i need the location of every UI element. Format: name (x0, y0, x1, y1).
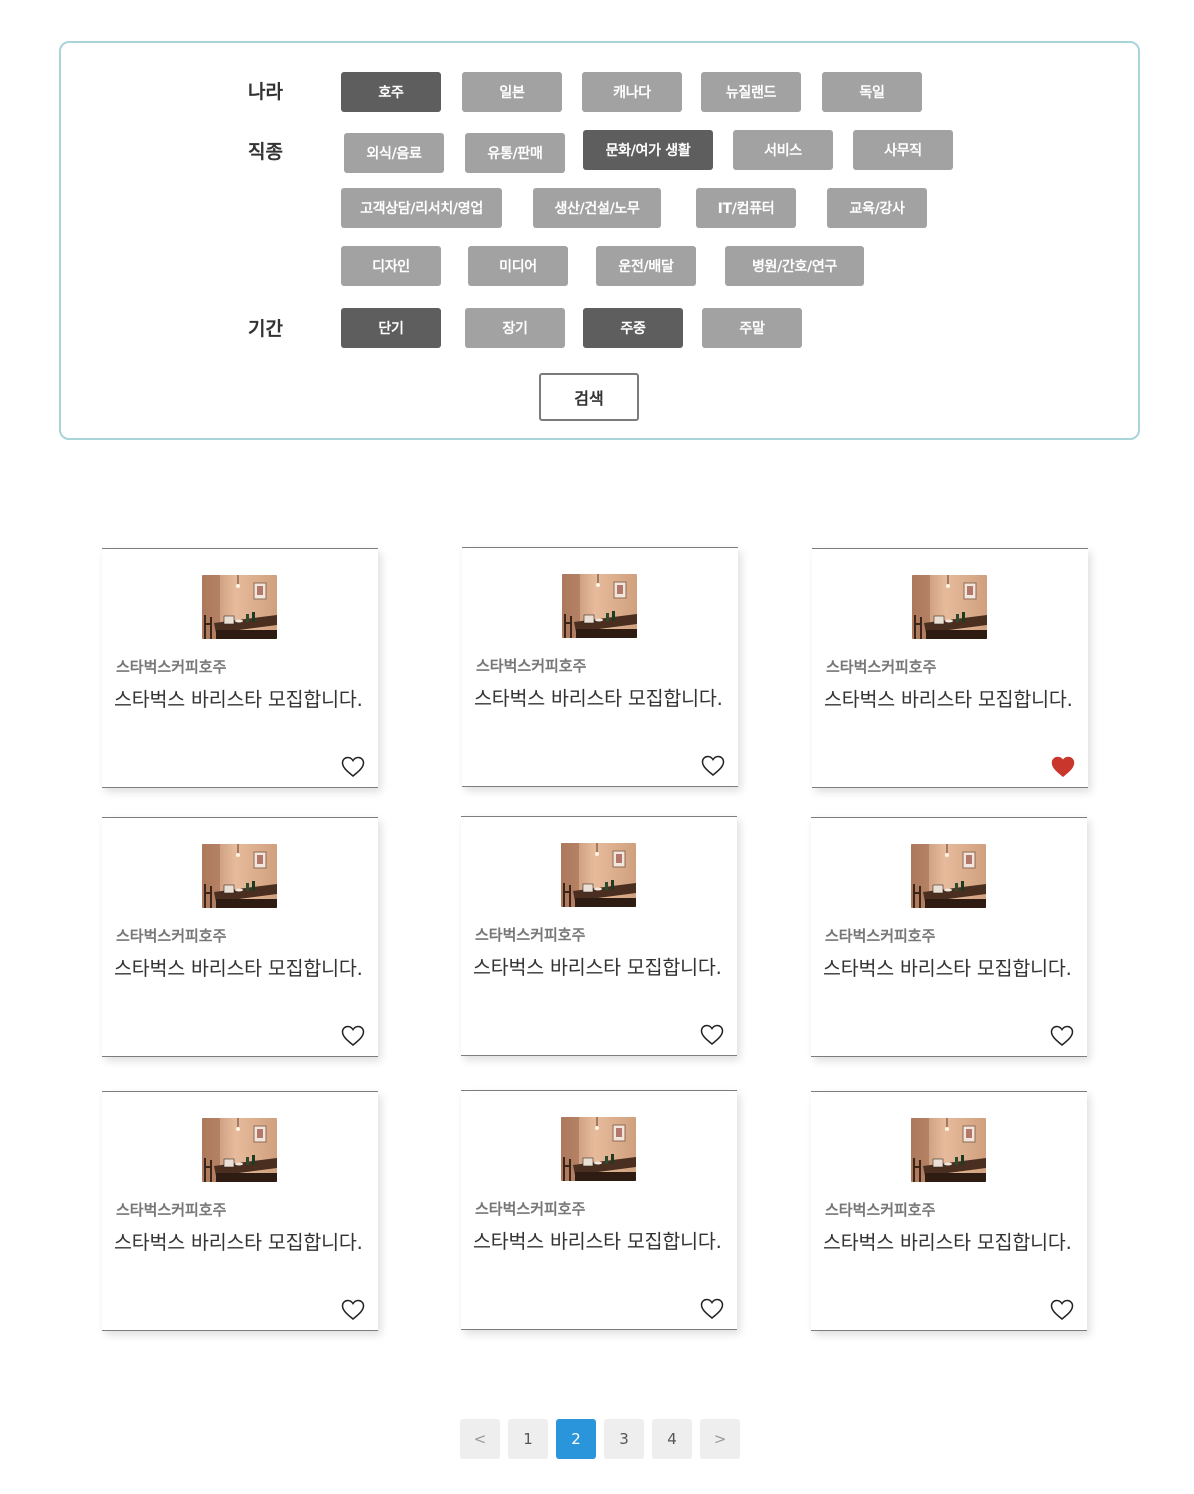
listing-title[interactable]: 스타벅스 바리스타 모집합니다. (823, 1228, 1083, 1258)
job-chip-design[interactable]: 디자인 (341, 246, 441, 286)
heart-icon[interactable] (1051, 755, 1075, 779)
listing-thumbnail (202, 1118, 277, 1182)
listing-company: 스타벅스커피호주 (475, 926, 586, 944)
job-chip-production-construction[interactable]: 생산/건설/노무 (533, 188, 661, 228)
heart-icon[interactable] (341, 755, 365, 779)
job-chip-it-computer[interactable]: IT/컴퓨터 (696, 188, 796, 228)
listing-thumbnail (561, 1117, 636, 1181)
heart-icon[interactable] (700, 1023, 724, 1047)
job-chip-culture-leisure[interactable]: 문화/여가 생활 (583, 130, 713, 170)
country-chip-new-zealand[interactable]: 뉴질랜드 (701, 72, 801, 112)
heart-icon[interactable] (701, 754, 725, 778)
listing-thumbnail (561, 843, 636, 907)
job-chip-hospital-nursing-research[interactable]: 병원/간호/연구 (725, 246, 864, 286)
job-chip-office[interactable]: 사무직 (853, 130, 953, 170)
listing-card[interactable]: 스타벅스커피호주스타벅스 바리스타 모집합니다. (811, 817, 1087, 1057)
job-chip-retail-sales[interactable]: 유통/판매 (465, 133, 565, 173)
filter-panel: 나라 직종 기간 호주 일본 캐나다 뉴질랜드 독일 외식/음료 유통/판매 문… (59, 41, 1140, 440)
country-chip-australia[interactable]: 호주 (341, 72, 441, 112)
job-chip-service[interactable]: 서비스 (733, 130, 833, 170)
job-filter-label: 직종 (248, 141, 283, 163)
country-chip-germany[interactable]: 독일 (822, 72, 922, 112)
heart-icon[interactable] (341, 1024, 365, 1048)
listing-card[interactable]: 스타벅스커피호주스타벅스 바리스타 모집합니다. (461, 1090, 737, 1330)
listing-company: 스타벅스커피호주 (116, 927, 227, 945)
heart-icon[interactable] (341, 1298, 365, 1322)
prev-page-button[interactable]: < (460, 1419, 500, 1459)
listing-company: 스타벅스커피호주 (825, 927, 936, 945)
job-chip-media[interactable]: 미디어 (468, 246, 568, 286)
listing-title[interactable]: 스타벅스 바리스타 모집합니다. (114, 685, 374, 715)
listing-title[interactable]: 스타벅스 바리스타 모집합니다. (823, 954, 1083, 984)
job-chip-food-beverage[interactable]: 외식/음료 (344, 133, 444, 173)
page-button-3[interactable]: 3 (604, 1419, 644, 1459)
job-chip-driving-delivery[interactable]: 운전/배달 (596, 246, 696, 286)
listing-card[interactable]: 스타벅스커피호주스타벅스 바리스타 모집합니다. (102, 548, 378, 788)
listing-card[interactable]: 스타벅스커피호주스타벅스 바리스타 모집합니다. (461, 816, 737, 1056)
listing-company: 스타벅스커피호주 (476, 657, 587, 675)
listing-company: 스타벅스커피호주 (826, 658, 937, 676)
country-filter-label: 나라 (248, 81, 283, 103)
listing-company: 스타벅스커피호주 (475, 1200, 586, 1218)
period-chip-short-term[interactable]: 단기 (341, 308, 441, 348)
heart-icon[interactable] (700, 1297, 724, 1321)
search-button[interactable]: 검색 (539, 373, 639, 421)
job-chip-customer-research-sales[interactable]: 고객상담/리서치/영업 (341, 188, 502, 228)
listing-card[interactable]: 스타벅스커피호주스타벅스 바리스타 모집합니다. (462, 547, 738, 787)
listing-title[interactable]: 스타벅스 바리스타 모집합니다. (114, 1228, 374, 1258)
listing-company: 스타벅스커피호주 (825, 1201, 936, 1219)
listing-card[interactable]: 스타벅스커피호주스타벅스 바리스타 모집합니다. (102, 1091, 378, 1331)
listing-thumbnail (202, 575, 277, 639)
page-button-2[interactable]: 2 (556, 1419, 596, 1459)
heart-icon[interactable] (1050, 1298, 1074, 1322)
listing-card[interactable]: 스타벅스커피호주스타벅스 바리스타 모집합니다. (811, 1091, 1087, 1331)
country-chip-canada[interactable]: 캐나다 (582, 72, 682, 112)
next-page-button[interactable]: > (700, 1419, 740, 1459)
listing-thumbnail (911, 844, 986, 908)
listing-card[interactable]: 스타벅스커피호주스타벅스 바리스타 모집합니다. (102, 817, 378, 1057)
listing-company: 스타벅스커피호주 (116, 658, 227, 676)
page-button-1[interactable]: 1 (508, 1419, 548, 1459)
listing-thumbnail (912, 575, 987, 639)
heart-icon[interactable] (1050, 1024, 1074, 1048)
country-chip-japan[interactable]: 일본 (462, 72, 562, 112)
listing-card[interactable]: 스타벅스커피호주스타벅스 바리스타 모집합니다. (812, 548, 1088, 788)
listing-title[interactable]: 스타벅스 바리스타 모집합니다. (473, 953, 733, 983)
listing-company: 스타벅스커피호주 (116, 1201, 227, 1219)
page-button-4[interactable]: 4 (652, 1419, 692, 1459)
listing-title[interactable]: 스타벅스 바리스타 모집합니다. (474, 684, 734, 714)
period-chip-long-term[interactable]: 장기 (465, 308, 565, 348)
listing-title[interactable]: 스타벅스 바리스타 모집합니다. (114, 954, 374, 984)
listing-thumbnail (562, 574, 637, 638)
period-filter-label: 기간 (248, 318, 283, 340)
listing-title[interactable]: 스타벅스 바리스타 모집합니다. (473, 1227, 733, 1257)
listing-title[interactable]: 스타벅스 바리스타 모집합니다. (824, 685, 1084, 715)
listing-thumbnail (911, 1118, 986, 1182)
listing-thumbnail (202, 844, 277, 908)
period-chip-weekday[interactable]: 주중 (583, 308, 683, 348)
job-chip-education[interactable]: 교육/강사 (827, 188, 927, 228)
period-chip-weekend[interactable]: 주말 (702, 308, 802, 348)
